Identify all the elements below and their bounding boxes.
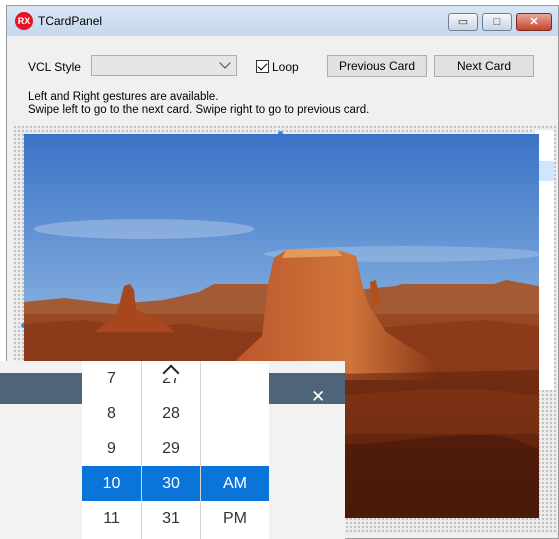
minute-column[interactable]: 27 28 29 30 31 — [142, 361, 201, 539]
vcl-style-combobox[interactable] — [91, 55, 237, 76]
checkmark-icon — [257, 60, 268, 71]
minimize-button[interactable]: ▭ — [448, 13, 478, 31]
period-item[interactable]: PM — [201, 501, 269, 536]
window-title: TCardPanel — [38, 14, 103, 28]
minute-item[interactable]: 31 — [142, 501, 200, 536]
maximize-button[interactable]: □ — [482, 13, 512, 31]
info-line-2: Swipe left to go to the next card. Swipe… — [28, 104, 370, 116]
time-picker[interactable]: 7 8 9 10 11 27 28 29 30 31 AM PM — [82, 361, 269, 539]
hour-item-selected[interactable]: 10 — [82, 466, 141, 501]
previous-card-button[interactable]: Previous Card — [327, 55, 427, 77]
hour-item[interactable]: 9 — [82, 431, 141, 466]
loop-label[interactable]: Loop — [272, 60, 299, 74]
close-button[interactable]: ✕ — [516, 13, 552, 31]
period-item-selected[interactable]: AM — [201, 466, 269, 501]
scrollbar-thumb[interactable] — [538, 161, 554, 181]
maximize-icon: □ — [493, 16, 501, 28]
hour-column[interactable]: 7 8 9 10 11 — [82, 361, 142, 539]
next-card-button[interactable]: Next Card — [434, 55, 534, 77]
minute-item[interactable]: 28 — [142, 396, 200, 431]
minute-item[interactable]: 29 — [142, 431, 200, 466]
period-column[interactable]: AM PM — [201, 361, 269, 539]
loop-checkbox[interactable] — [256, 60, 269, 73]
hour-item[interactable]: 11 — [82, 501, 141, 536]
hour-item[interactable]: 7 — [82, 361, 141, 396]
rx-logo-icon: RX — [15, 12, 33, 30]
close-icon[interactable]: ✕ — [311, 387, 325, 407]
close-icon: ✕ — [529, 16, 539, 28]
minute-item-selected[interactable]: 30 — [142, 466, 200, 501]
hour-item[interactable]: 8 — [82, 396, 141, 431]
scroll-up-button[interactable] — [142, 361, 200, 382]
info-line-1: Left and Right gestures are available. — [28, 91, 219, 103]
chevron-down-icon — [219, 57, 231, 69]
minimize-icon: ▭ — [457, 16, 469, 28]
title-bar[interactable]: RX TCardPanel ▭ □ ✕ — [7, 6, 558, 36]
vcl-style-label: VCL Style — [28, 60, 81, 74]
